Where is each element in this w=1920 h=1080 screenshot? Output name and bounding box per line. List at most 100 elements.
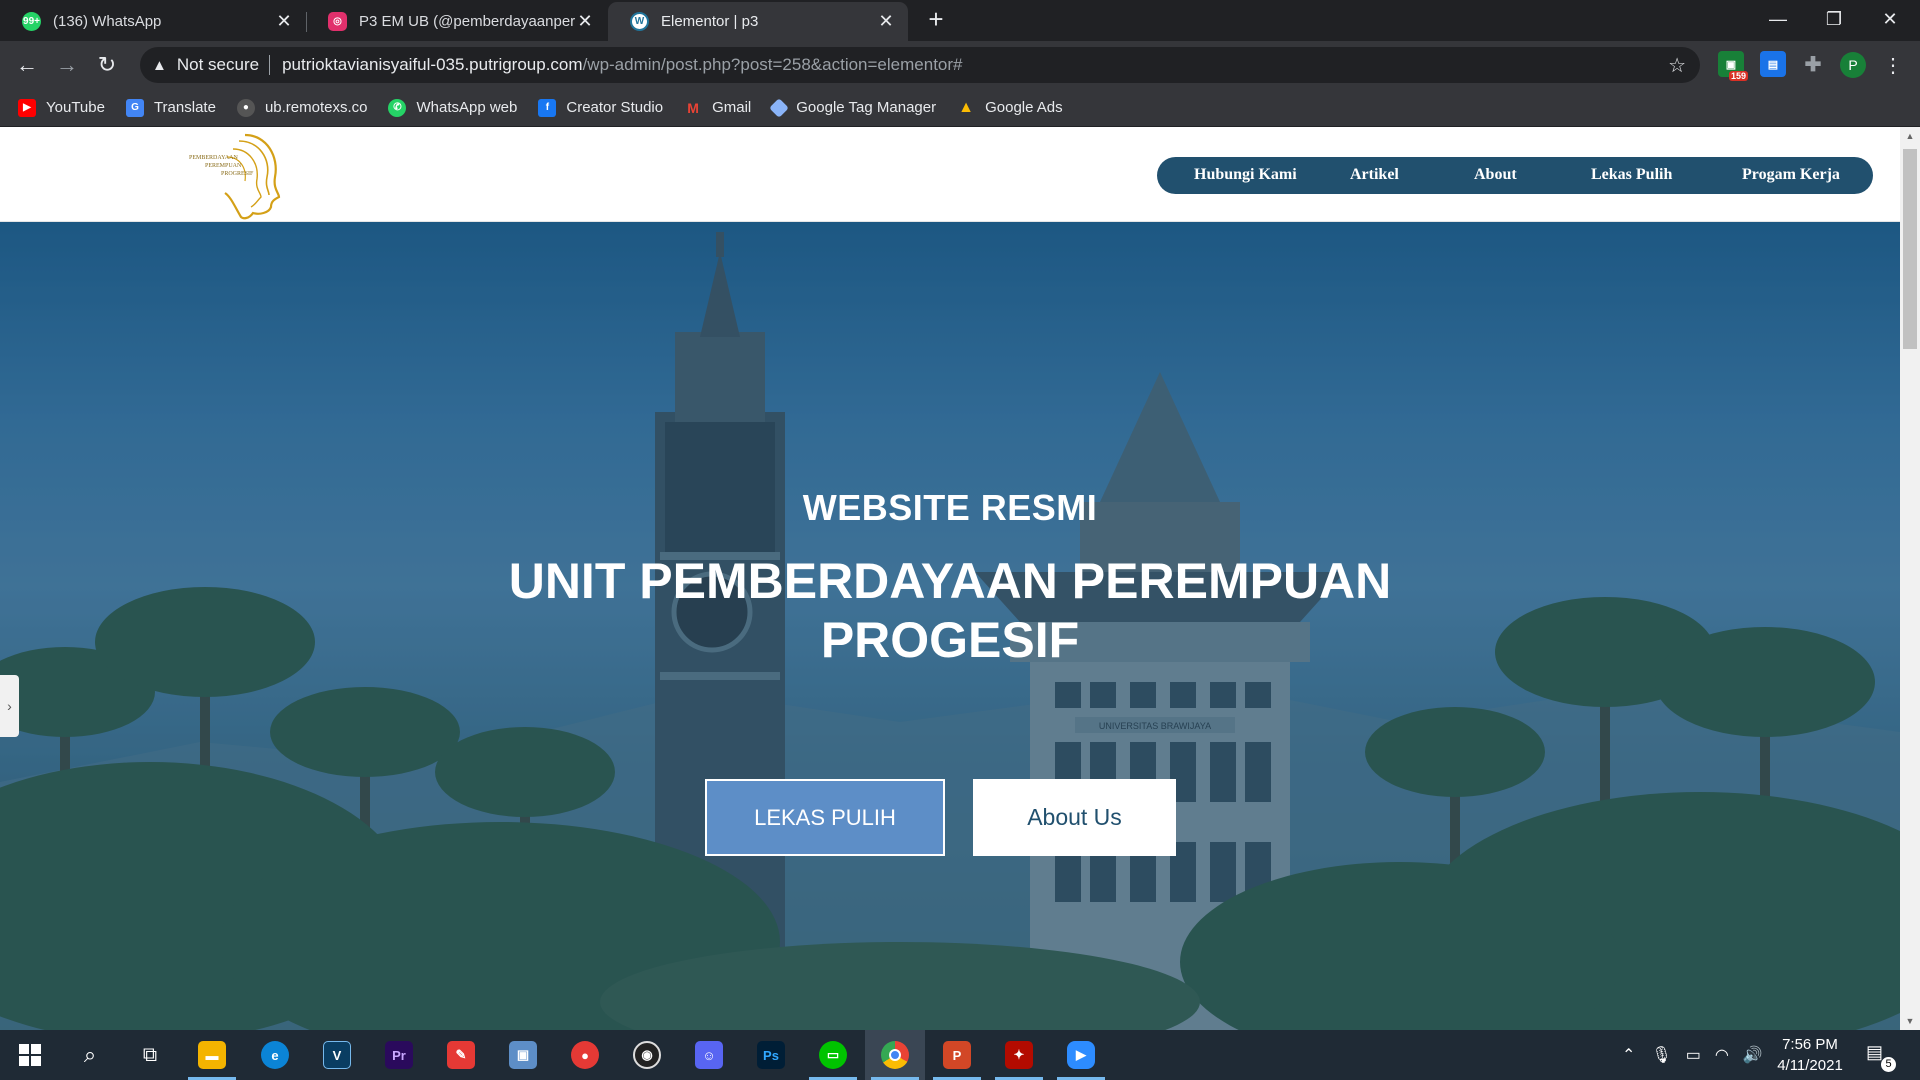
about-us-button[interactable]: About Us: [973, 779, 1176, 856]
start-button[interactable]: [0, 1030, 60, 1080]
hero-title-line-1: UNIT PEMBERDAYAAN PEREMPUAN: [508, 553, 1392, 609]
battery-icon[interactable]: ▭: [1686, 1045, 1701, 1065]
bookmark-star-icon[interactable]: ☆: [1668, 53, 1686, 78]
close-window-button[interactable]: ✕: [1862, 0, 1918, 38]
site-header: PEMBERDAYAAN PEREMPUAN PROGRESIF Hubungi…: [0, 127, 1900, 223]
warning-icon[interactable]: ▲: [152, 57, 167, 74]
taskbar-app-vegas[interactable]: V: [307, 1030, 367, 1080]
extension-meet-icon[interactable]: ▤: [1760, 51, 1786, 77]
close-icon[interactable]: ✕: [876, 11, 896, 32]
bookmark-remotexs[interactable]: ● ub.remotexs.co: [236, 98, 368, 117]
extension-badge: 159: [1728, 71, 1748, 81]
url-path[interactable]: /wp-admin/post.php?post=258&action=eleme…: [583, 55, 963, 75]
file-explorer-icon: ▬: [198, 1041, 226, 1069]
instagram-icon: ◎: [328, 12, 347, 31]
hero-title-line-2: PROGESIF: [820, 612, 1080, 668]
tab-instagram[interactable]: ◎ P3 EM UB (@pemberdayaanpere ✕: [306, 2, 607, 41]
tab-elementor[interactable]: W Elementor | p3 ✕: [608, 2, 908, 41]
security-label[interactable]: Not secure: [177, 55, 259, 75]
search-icon: ⌕: [83, 1042, 97, 1067]
lekas-pulih-button[interactable]: LEKAS PULIH: [705, 779, 945, 856]
task-view-icon: ⧉: [142, 1043, 158, 1066]
whatsapp-icon: ✆: [388, 98, 407, 117]
bookmark-gmail[interactable]: M Gmail: [684, 99, 751, 117]
remotexs-icon: ●: [236, 98, 255, 117]
translate-icon: G: [125, 98, 144, 117]
nav-about[interactable]: About: [1474, 166, 1517, 184]
extension-159-icon[interactable]: ▣ 159: [1718, 51, 1748, 81]
notification-count: 5: [1881, 1057, 1896, 1072]
bookmark-translate[interactable]: G Translate: [125, 98, 216, 117]
menu-icon[interactable]: ⋮: [1876, 48, 1910, 82]
url-host[interactable]: putrioktavianisyaiful-035.putrigroup.com: [282, 55, 583, 75]
kinemaster-icon: ●: [571, 1041, 599, 1069]
taskbar-app-line[interactable]: ▭: [803, 1030, 863, 1080]
address-bar[interactable]: ▲ Not secure putrioktavianisyaiful-035.p…: [140, 47, 1700, 83]
google-ads-icon: ▲: [958, 98, 975, 116]
bookmark-tag-manager[interactable]: Google Tag Manager: [769, 97, 937, 118]
minimize-button[interactable]: —: [1750, 0, 1806, 38]
nav-hubungi-kami[interactable]: Hubungi Kami: [1194, 166, 1297, 184]
reload-button[interactable]: ↻: [90, 48, 124, 82]
taskbar-app-sketchbook[interactable]: ✎: [431, 1030, 491, 1080]
microphone-icon[interactable]: 🎙: [1651, 1045, 1671, 1065]
tag-manager-icon: [769, 97, 790, 118]
close-icon[interactable]: ✕: [575, 11, 595, 32]
task-view-button[interactable]: ⧉: [120, 1030, 180, 1080]
bookmark-whatsapp-web[interactable]: ✆ WhatsApp web: [388, 98, 517, 117]
taskbar-app-photoshop[interactable]: Ps: [741, 1030, 801, 1080]
tab-whatsapp[interactable]: 99+ (136) WhatsApp ✕: [0, 2, 306, 41]
nav-artikel[interactable]: Artikel: [1350, 166, 1399, 184]
taskbar-clock[interactable]: 7:56 PM 4/11/2021: [1760, 1034, 1860, 1076]
taskbar-app-premiere[interactable]: Pr: [369, 1030, 429, 1080]
nav-lekas-pulih[interactable]: Lekas Pulih: [1591, 166, 1672, 184]
logo-text-1: PEMBERDAYAAN: [189, 155, 238, 161]
profile-avatar[interactable]: P: [1840, 52, 1866, 78]
bookmark-creator-studio[interactable]: f Creator Studio: [538, 98, 663, 117]
editor-panel-toggle[interactable]: ›: [0, 675, 19, 737]
browser-toolbar: ← → ↻ ▲ Not secure putrioktavianisyaiful…: [0, 41, 1920, 89]
taskbar-app-powerpoint[interactable]: P: [927, 1030, 987, 1080]
obs-icon: ◉: [633, 1041, 661, 1069]
scroll-up-arrow[interactable]: ▲: [1900, 127, 1920, 145]
zoom-icon: ▶: [1067, 1041, 1095, 1069]
taskbar-app-zoom[interactable]: ▶: [1051, 1030, 1111, 1080]
tray-chevron-icon[interactable]: ⌃: [1622, 1045, 1635, 1065]
taskbar-app-edge[interactable]: e: [245, 1030, 305, 1080]
windows-taskbar: ⌕ ⧉ ▬ e V Pr ✎ ▣ ● ◉ ☺ Ps ▭ P ✦ ▶ ⌃ 🎙 ▭ …: [0, 1030, 1920, 1080]
bookmark-label: Gmail: [712, 99, 752, 116]
nav-progam-kerja[interactable]: Progam Kerja: [1742, 166, 1840, 184]
search-button[interactable]: ⌕: [60, 1030, 120, 1080]
taskbar-app-photos[interactable]: ▣: [493, 1030, 553, 1080]
hero-subtitle: WEBSITE RESMI: [802, 487, 1098, 528]
bookmark-youtube[interactable]: ▶ YouTube: [18, 98, 105, 117]
wordpress-icon: W: [630, 12, 649, 31]
wifi-icon[interactable]: ◠: [1715, 1045, 1729, 1065]
photoshop-icon: Ps: [757, 1041, 785, 1069]
page-viewport: PEMBERDAYAAN PEREMPUAN PROGRESIF Hubungi…: [0, 127, 1920, 1030]
facebook-icon: f: [538, 98, 557, 117]
taskbar-app-obs[interactable]: ◉: [617, 1030, 677, 1080]
notification-center-button[interactable]: ▤ 5: [1866, 1042, 1896, 1072]
windows-logo-icon: [19, 1044, 41, 1066]
close-icon[interactable]: ✕: [274, 11, 294, 32]
extensions-puzzle-icon[interactable]: ✚: [1800, 51, 1826, 77]
back-button[interactable]: ←: [10, 48, 44, 82]
taskbar-app-acrobat[interactable]: ✦: [989, 1030, 1049, 1080]
taskbar-app-kinemaster[interactable]: ●: [555, 1030, 615, 1080]
bookmark-label: ub.remotexs.co: [264, 99, 368, 116]
sketchbook-icon: ✎: [447, 1041, 475, 1069]
scroll-down-arrow[interactable]: ▼: [1900, 1012, 1920, 1030]
page-scrollbar[interactable]: ▲ ▼: [1900, 127, 1920, 1030]
new-tab-button[interactable]: +: [922, 6, 950, 34]
taskbar-app-file-explorer[interactable]: ▬: [182, 1030, 242, 1080]
taskbar-app-discord[interactable]: ☺: [679, 1030, 739, 1080]
forward-button[interactable]: →: [50, 48, 84, 82]
site-logo[interactable]: PEMBERDAYAAN PEREMPUAN PROGRESIF: [175, 127, 289, 223]
gmail-icon: M: [687, 99, 699, 116]
bookmark-google-ads[interactable]: ▲ Google Ads: [957, 98, 1062, 117]
taskbar-app-chrome[interactable]: [865, 1030, 925, 1080]
restore-button[interactable]: ❐: [1806, 0, 1862, 38]
bookmark-label: Google Tag Manager: [796, 99, 937, 116]
scrollbar-thumb[interactable]: [1903, 149, 1917, 349]
